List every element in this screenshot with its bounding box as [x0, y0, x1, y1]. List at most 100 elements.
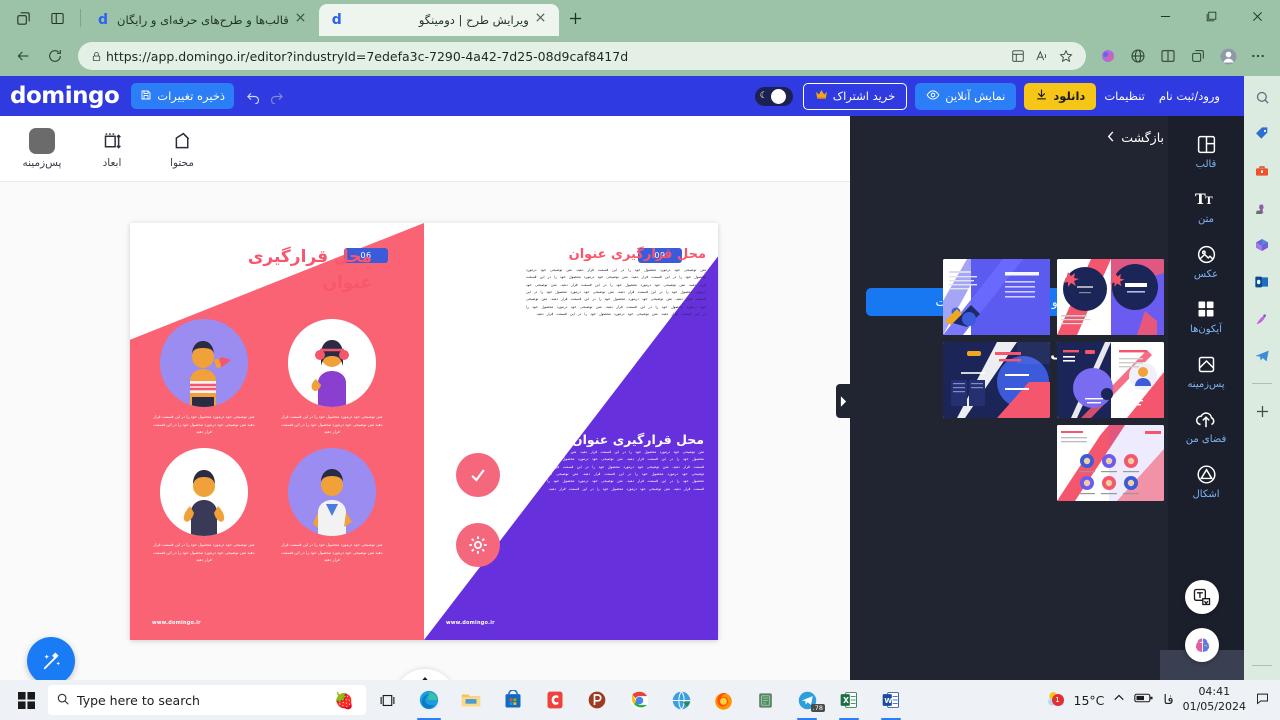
template-thumb-4[interactable] [1057, 342, 1164, 418]
background-icon [1196, 352, 1217, 376]
address-bar[interactable]: https://app.domingo.ir/editor?industryId… [78, 42, 1086, 70]
collections-toolbar-icon[interactable] [1184, 42, 1212, 70]
design-canvas-area[interactable]: 06 محل قرارگیری عنوان متن توضیحی خود درم… [0, 182, 850, 680]
search-icon[interactable] [1249, 84, 1275, 110]
online-preview-button[interactable]: نمایش آنلاین [915, 82, 1017, 110]
taskbar-app-telegram[interactable]: .78 [786, 680, 828, 720]
toolstrip-item-content[interactable]: محتوا [158, 128, 206, 169]
tab-collections-icon[interactable] [8, 4, 38, 32]
add-sidebar-icon[interactable] [1249, 398, 1275, 424]
rail-label-image: عکس [1193, 269, 1219, 280]
right-page-title-top[interactable]: محل قرارگیری عنوان [536, 245, 706, 265]
window-minimize-icon[interactable] [1142, 0, 1188, 32]
taskbar-app-chrome[interactable] [618, 680, 660, 720]
taskbar-app-excel[interactable]: X [828, 680, 870, 720]
rail-item-my-space[interactable]: فضای من [1176, 407, 1236, 445]
ellipsis-icon[interactable] [1244, 42, 1272, 70]
read-aloud-icon[interactable] [1030, 49, 1054, 63]
taskbar-app-microsoft-store[interactable] [492, 680, 534, 720]
design-page[interactable]: 06 محل قرارگیری عنوان متن توضیحی خود درم… [130, 223, 718, 640]
microsoft365-icon[interactable] [1249, 232, 1275, 258]
toolstrip-item-background[interactable]: پس‌زمینه [18, 128, 66, 169]
window-maximize-icon[interactable] [1188, 0, 1234, 32]
taskbar-app-photoscape[interactable] [576, 680, 618, 720]
right-page-body-bottom[interactable]: متن توضیحی خود درمورد محصول خود را در ای… [532, 449, 704, 493]
editor-toolstrip: پس‌زمینه ابعاد محتوا [0, 116, 850, 182]
telegram-badge: .78 [810, 704, 825, 712]
language-indicator[interactable]: فا [1163, 693, 1173, 708]
split-screen-toolbar-icon[interactable] [1154, 42, 1182, 70]
browser-essentials-icon[interactable] [1006, 49, 1030, 63]
right-page-title-bottom[interactable]: محل قرارگیری عنوان [534, 431, 704, 450]
redo-icon[interactable] [269, 89, 284, 104]
profile-icon[interactable] [1214, 42, 1242, 70]
designer-icon[interactable] [1249, 306, 1275, 332]
panel-back-button[interactable]: بازگشت [1107, 130, 1164, 145]
new-tab-button[interactable] [563, 5, 589, 31]
taskbar-app-edge[interactable] [408, 680, 450, 720]
rail-item-background[interactable]: پس‌زمینه [1176, 352, 1236, 390]
rail-item-text[interactable]: TT متن [1176, 187, 1236, 225]
copilot-icon[interactable] [1094, 42, 1122, 70]
design-right-page[interactable]: 09 محل قرارگیری عنوان متن توضیحی خود درم… [424, 223, 718, 640]
buy-subscription-button[interactable]: خرید اشتراک [802, 82, 908, 110]
translate-fab-icon[interactable] [1185, 580, 1219, 614]
template-thumb-3[interactable] [943, 342, 1050, 418]
weather-widget[interactable]: 1 15°C [1046, 689, 1104, 712]
taskbar-app-internet-download-manager[interactable] [660, 680, 702, 720]
design-left-page[interactable]: 06 محل قرارگیری عنوان متن توضیحی خود درم… [130, 223, 424, 640]
tab-split-screen-icon[interactable] [42, 4, 72, 32]
task-view-icon[interactable] [366, 680, 408, 720]
ai-brain-fab-icon[interactable] [1185, 628, 1219, 662]
games-icon[interactable] [1249, 195, 1275, 221]
taskbar-app-file-explorer[interactable] [450, 680, 492, 720]
show-hidden-icons-icon[interactable] [1113, 692, 1125, 708]
taskbar-app-firefox[interactable] [702, 680, 744, 720]
telegram-icon[interactable] [1249, 343, 1275, 369]
login-register-link[interactable]: ورود/ثبت نام [1159, 89, 1220, 103]
reload-icon[interactable] [40, 41, 70, 71]
browser-tab-inactive[interactable]: d قالب‌ها و طرح‌های حرفه‌ای و رایگان [85, 4, 319, 36]
left-page-illustration-1[interactable] [160, 319, 248, 407]
template-thumb-1[interactable] [943, 259, 1050, 335]
download-button[interactable]: دانلود [1024, 82, 1097, 110]
rail-item-shapes[interactable]: اشکال [1176, 462, 1236, 500]
clock-widget[interactable]: 04:41 01/05/2024 [1183, 685, 1246, 715]
rail-item-template[interactable]: قالب [1176, 132, 1236, 170]
undo-icon[interactable] [246, 89, 261, 104]
notification-icon[interactable] [1255, 691, 1270, 710]
left-page-illustration-2[interactable] [288, 319, 376, 407]
star-icon[interactable] [1054, 49, 1078, 63]
browser-game-icon[interactable] [1124, 42, 1152, 70]
battery-icon[interactable] [1134, 692, 1154, 708]
tab-close-icon-active[interactable] [535, 12, 551, 28]
taskbar-search-box[interactable]: Type here to search 🍓 [48, 685, 366, 715]
magic-wand-ai-button[interactable] [27, 637, 75, 680]
taskbar-app-word[interactable]: W [870, 680, 912, 720]
tab-favicon-domingo: d [97, 12, 109, 28]
back-arrow-icon[interactable] [8, 41, 38, 71]
left-page-illustration-4[interactable] [288, 448, 376, 536]
dark-mode-toggle[interactable]: ☾ [754, 86, 793, 106]
panel-collapse-icon[interactable] [836, 384, 850, 418]
taskbar-app-camtasia[interactable] [534, 680, 576, 720]
windows-start-icon[interactable] [4, 680, 48, 720]
window-close-icon[interactable] [1234, 0, 1280, 32]
taskbar-app-notepad[interactable] [744, 680, 786, 720]
tab-close-icon[interactable] [295, 12, 311, 28]
rail-item-icons[interactable]: آیکون‌ها [1176, 297, 1236, 335]
toolstrip-item-dimensions[interactable]: ابعاد [88, 128, 136, 169]
browser-tab-active[interactable]: d ویرایش طرح | دومینگو [318, 4, 559, 36]
shopping-tag-icon[interactable] [1249, 121, 1275, 147]
settings-link[interactable]: تنظیمات [1104, 89, 1145, 103]
right-page-body-top[interactable]: متن توضیحی خود درمورد محصول خود را در ای… [526, 267, 706, 319]
left-page-title[interactable]: محل قرارگیری عنوان [232, 245, 372, 296]
canvas-collapse-button[interactable] [394, 669, 456, 680]
template-thumb-5[interactable] [1057, 425, 1164, 501]
tools-icon[interactable] [1249, 158, 1275, 184]
left-page-illustration-3[interactable] [160, 448, 248, 536]
rail-item-image[interactable]: عکس [1176, 242, 1236, 280]
outlook-icon[interactable] [1249, 269, 1275, 295]
template-thumb-2[interactable] [1057, 259, 1164, 335]
save-changes-button[interactable]: ذخیره تغییرات [131, 83, 235, 109]
